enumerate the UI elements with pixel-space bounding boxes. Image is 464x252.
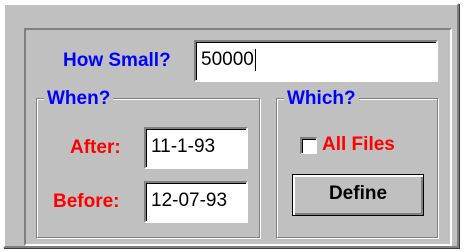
which-legend: Which? [284, 89, 359, 109]
after-label: After: [70, 137, 121, 158]
before-label: Before: [53, 191, 120, 212]
which-group [276, 98, 438, 238]
how-small-value: 50000 [201, 49, 254, 70]
how-small-input[interactable]: 50000 [194, 40, 438, 82]
all-files-checkbox[interactable] [300, 137, 317, 154]
before-date-input[interactable]: 12-07-93 [144, 181, 248, 223]
all-files-label[interactable]: All Files [322, 134, 395, 156]
after-date-input[interactable]: 11-1-93 [144, 127, 248, 169]
text-caret [254, 48, 256, 71]
how-small-label: How Small? [63, 50, 171, 71]
define-button[interactable]: Define [292, 174, 424, 216]
when-legend: When? [44, 89, 114, 109]
after-date-value: 11-1-93 [151, 136, 216, 157]
before-date-value: 12-07-93 [151, 190, 228, 211]
